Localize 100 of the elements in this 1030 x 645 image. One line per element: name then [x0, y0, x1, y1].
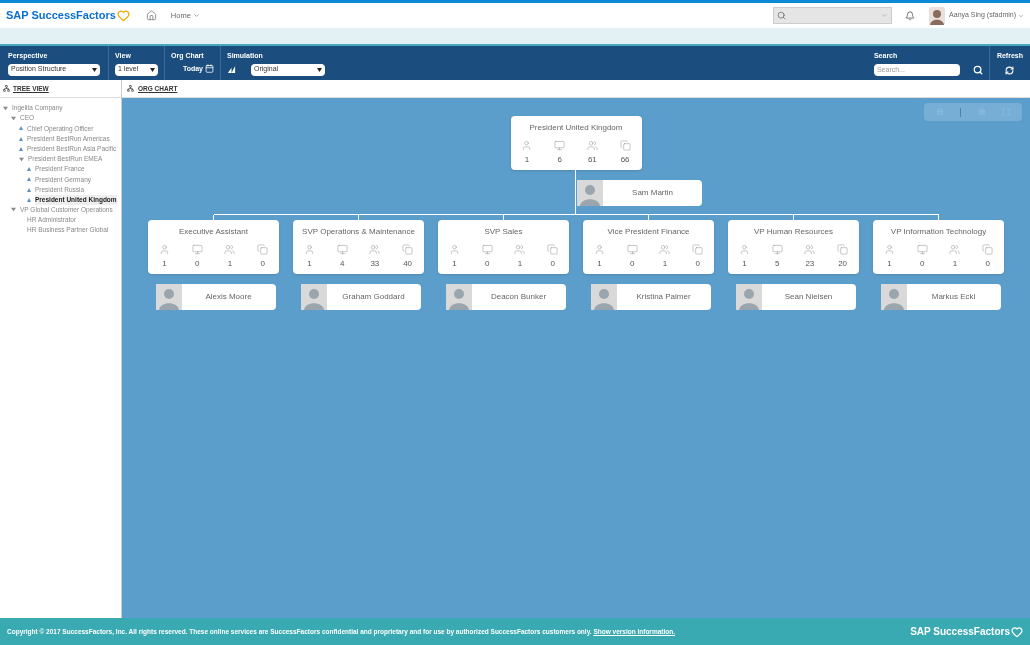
position-card[interactable]: Vice President Finance 1 0 1 0	[583, 220, 714, 274]
home-icon[interactable]	[145, 10, 157, 21]
squares-icon	[692, 244, 704, 255]
stat-count: 33	[370, 258, 380, 270]
person-name: Markus Eckl	[930, 291, 977, 303]
position-title: VP Information Technology	[890, 226, 987, 238]
person-card[interactable]: Deacon Bunker	[445, 284, 566, 310]
position-card[interactable]: President United Kingdom 1 6 61 66	[510, 116, 642, 170]
stat-count: 5	[774, 258, 780, 270]
position-card[interactable]: SVP Sales 1 0 1 0	[438, 220, 569, 274]
stat-count: 0	[629, 258, 635, 270]
avatar-icon	[735, 284, 762, 310]
person-icon	[738, 244, 750, 255]
person-icon	[521, 140, 533, 151]
person-name: Deacon Bunker	[489, 291, 548, 303]
group-icon	[949, 244, 961, 255]
bullet-icon[interactable]	[19, 126, 23, 131]
position-title: Vice President Finance	[607, 226, 690, 238]
monitor-icon	[481, 244, 493, 255]
avatar-icon	[590, 284, 617, 310]
stat-count: 1	[952, 258, 958, 270]
position-title: VP Human Resources	[754, 226, 833, 238]
bullet-icon[interactable]	[27, 187, 31, 192]
person-name: Sam Martin	[631, 187, 674, 199]
bullet-icon[interactable]	[27, 197, 31, 202]
user-avatar[interactable]	[929, 6, 946, 25]
bullet-icon[interactable]	[27, 177, 31, 182]
caret-down-icon[interactable]	[11, 207, 16, 213]
stat-count: 40	[403, 258, 413, 270]
person-card[interactable]: Alexis Moore	[155, 284, 276, 310]
fast-forward-icon[interactable]	[227, 65, 236, 74]
position-title: SVP Sales	[484, 226, 523, 238]
person-card[interactable]: Markus Eckl	[880, 284, 1001, 310]
position-card[interactable]: VP Information Technology 1 0 1 0	[873, 220, 1004, 274]
group-icon	[586, 140, 598, 151]
chevron-down-icon	[1018, 12, 1024, 19]
group-icon	[804, 244, 816, 255]
position-title: Executive Assistant	[179, 226, 248, 238]
refresh-icon[interactable]	[1005, 65, 1015, 75]
search-icon[interactable]	[972, 64, 983, 75]
monitor-icon	[771, 244, 783, 255]
squares-icon	[837, 244, 849, 255]
stat-count: 1	[227, 258, 233, 270]
caret-down-icon[interactable]	[3, 105, 8, 111]
avatar-icon	[445, 284, 472, 310]
chevron-down-icon	[192, 12, 200, 19]
stat-count: 66	[620, 154, 630, 166]
group-icon	[514, 244, 526, 255]
person-card[interactable]: Graham Goddard	[300, 284, 421, 310]
caret-down-icon	[317, 67, 322, 72]
person-card[interactable]: Kristina Palmer	[590, 284, 711, 310]
squares-icon	[619, 140, 631, 151]
stat-count: 1	[524, 154, 530, 166]
stat-count: 0	[484, 258, 490, 270]
stat-count: 6	[557, 154, 562, 166]
caret-down-icon	[92, 67, 97, 72]
stat-count: 0	[194, 258, 200, 270]
person-name: Kristina Palmer	[635, 291, 692, 303]
avatar-icon	[880, 284, 907, 310]
stat-count: 61	[587, 154, 597, 166]
person-icon	[448, 244, 460, 255]
person-card[interactable]: Sam Martin	[577, 180, 702, 206]
calendar-icon	[205, 64, 214, 74]
zoom-in-icon	[977, 108, 986, 116]
stat-count: 1	[162, 258, 167, 270]
bullet-icon[interactable]	[27, 167, 31, 172]
position-title: President United Kingdom	[529, 122, 623, 134]
position-card[interactable]: Executive Assistant 1 0 1 0	[148, 220, 279, 274]
squares-icon	[402, 244, 414, 255]
notification-icon[interactable]	[905, 10, 916, 21]
tree-icon	[3, 85, 10, 92]
monitor-icon	[191, 244, 203, 255]
caret-down-icon	[150, 67, 155, 72]
person-name: Sean Nielsen	[783, 291, 834, 303]
caret-down-icon[interactable]	[19, 156, 24, 162]
caret-down-icon[interactable]	[11, 115, 16, 121]
person-icon	[593, 244, 605, 255]
position-card[interactable]: VP Human Resources 1 5 23 20	[728, 220, 859, 274]
person-icon	[883, 244, 895, 255]
stat-count: 1	[662, 258, 668, 270]
heart-icon	[116, 9, 130, 22]
monitor-icon	[554, 140, 566, 151]
stat-count: 1	[452, 258, 457, 270]
squares-icon	[257, 244, 269, 255]
stat-count: 0	[550, 258, 555, 270]
stat-count: 1	[517, 258, 523, 270]
monitor-icon	[916, 244, 928, 255]
position-card[interactable]: SVP Operations & Maintenance 1 4 33 40	[293, 220, 424, 274]
search-field[interactable]	[773, 7, 893, 24]
bullet-icon[interactable]	[19, 136, 23, 141]
squares-icon	[982, 244, 994, 255]
logo[interactable]: SAP SuccessFactors	[6, 7, 130, 24]
bullet-icon[interactable]	[19, 146, 23, 151]
stat-count: 0	[919, 258, 925, 270]
group-icon	[369, 244, 381, 255]
stat-count: 1	[597, 258, 602, 270]
avatar-icon	[155, 284, 182, 310]
position-title: SVP Operations & Maintenance	[302, 226, 415, 238]
person-card[interactable]: Sean Nielsen	[735, 284, 856, 310]
avatar-icon	[300, 284, 327, 310]
